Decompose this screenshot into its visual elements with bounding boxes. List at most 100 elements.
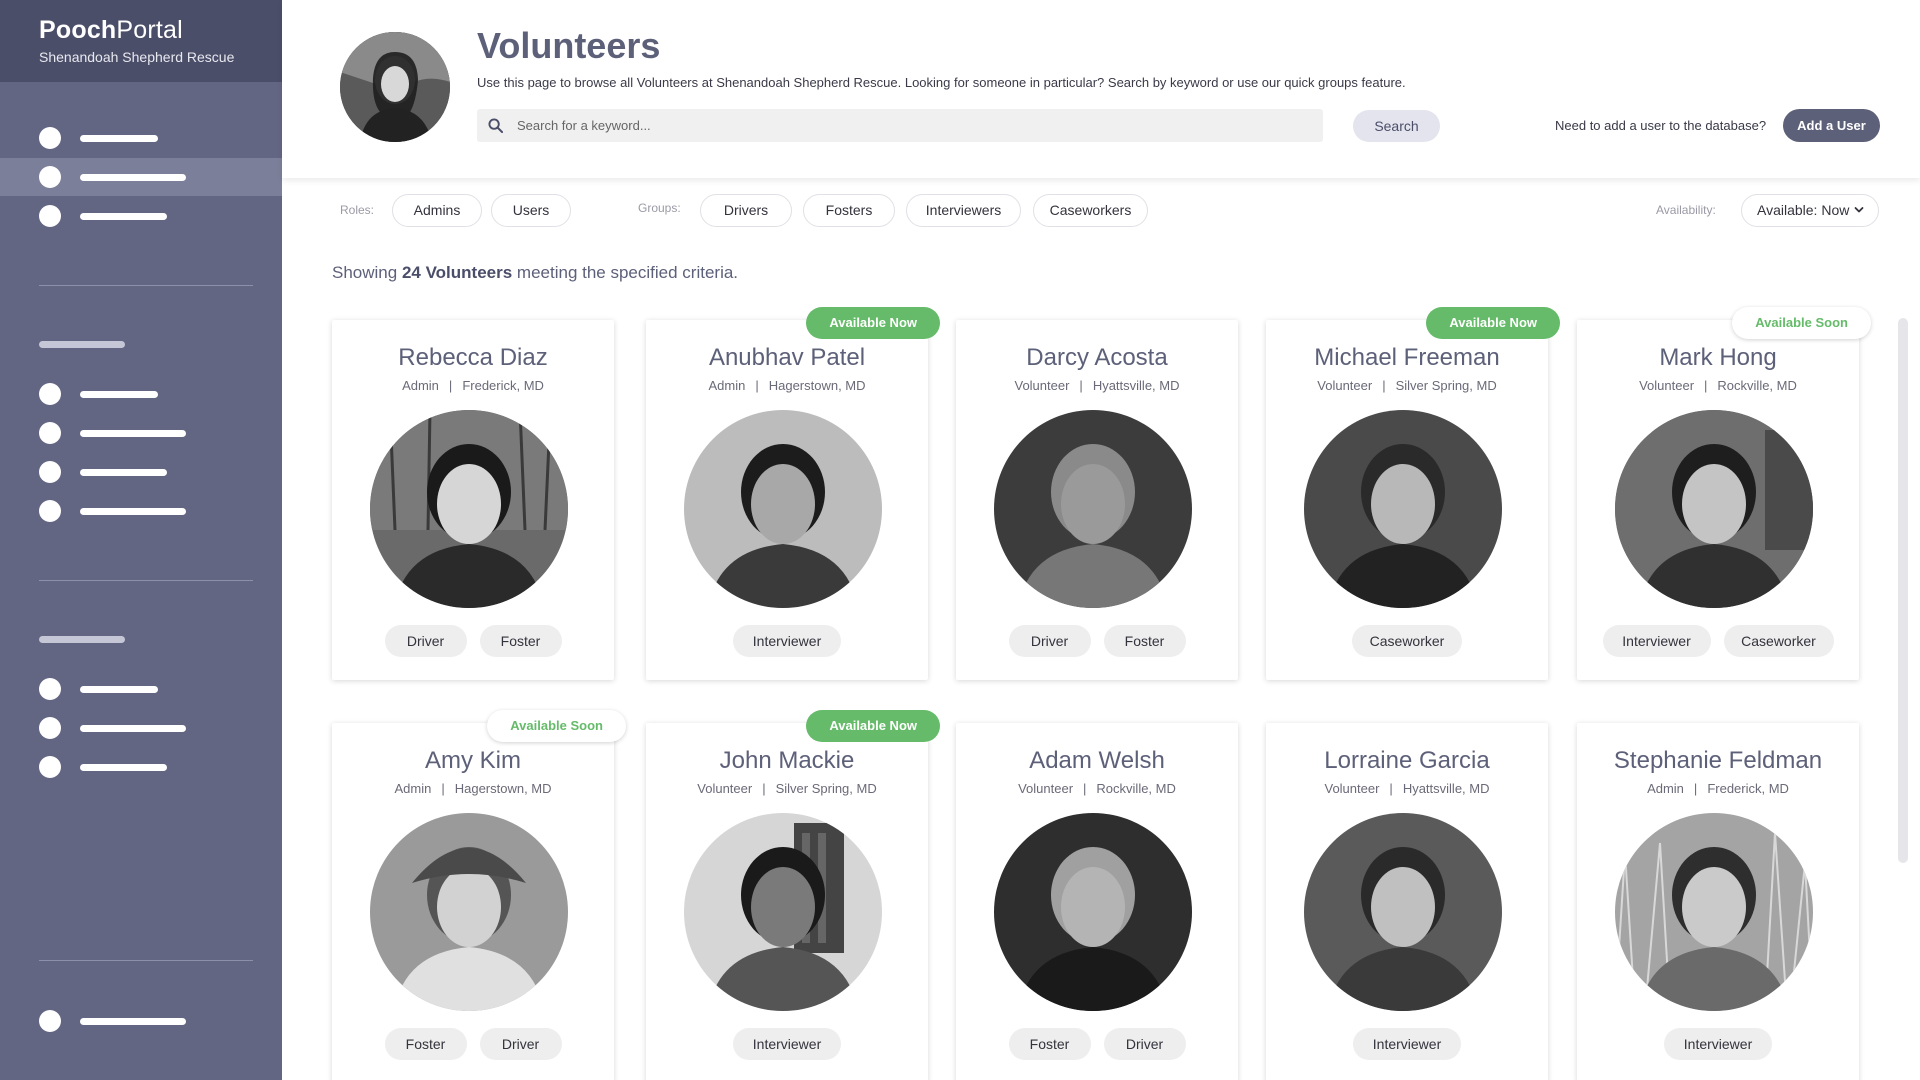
filter-chip-interviewers[interactable]: Interviewers	[906, 194, 1021, 227]
role-tag-interviewer[interactable]: Interviewer	[1664, 1028, 1772, 1060]
role-tag-interviewer[interactable]: Interviewer	[733, 1028, 841, 1060]
availability-label: Availability:	[1656, 203, 1716, 217]
role-tag-foster[interactable]: Foster	[1008, 1028, 1091, 1060]
filter-chip-admins[interactable]: Admins	[392, 194, 482, 227]
volunteer-card[interactable]: Michael Freeman Volunteer | Silver Spring, …	[1266, 307, 1560, 680]
volunteer-location: Hagerstown, MD	[768, 378, 866, 393]
sidebar-item-1[interactable]	[0, 119, 282, 157]
availability-dropdown[interactable]: Available: Now	[1741, 194, 1879, 227]
nav-label-placeholder	[80, 430, 186, 437]
volunteer-name: Lorraine Garcia	[1324, 747, 1490, 774]
volunteer-role: Volunteer	[1014, 378, 1070, 393]
nav-bullet-icon	[39, 461, 61, 483]
sidebar-item-5[interactable]	[0, 414, 282, 452]
nav-label-placeholder	[80, 1018, 186, 1025]
search-input[interactable]	[517, 109, 1317, 142]
availability-badge-now: Available Now	[806, 710, 940, 742]
nav-bullet-icon	[39, 205, 61, 227]
sidebar-item-4[interactable]	[0, 375, 282, 413]
volunteer-card[interactable]: Darcy Acosta Volunteer | Hyattsville, MD Dri…	[956, 320, 1238, 680]
role-tag-caseworker[interactable]: Caseworker	[1723, 625, 1834, 657]
sidebar-item-2-active[interactable]	[0, 158, 282, 196]
user-avatar[interactable]	[340, 32, 450, 142]
add-user-prompt: Need to add a user to the database?	[1555, 118, 1767, 133]
volunteer-role: Volunteer	[1324, 781, 1380, 796]
role-tag-foster[interactable]: Foster	[384, 1028, 467, 1060]
volunteer-location: Silver Spring, MD	[775, 781, 877, 796]
volunteer-meta: Admin | Hagerstown, MD	[646, 378, 928, 393]
search-bar	[477, 109, 1323, 142]
volunteer-meta: Volunteer | Hyattsville, MD	[956, 378, 1238, 393]
nav-label-placeholder	[80, 213, 167, 220]
search-button[interactable]: Search	[1353, 110, 1440, 142]
role-tag-interviewer[interactable]: Interviewer	[733, 625, 841, 657]
sidebar-item-9[interactable]	[0, 709, 282, 747]
nav-label-placeholder	[80, 686, 158, 693]
sidebar-item-3[interactable]	[0, 197, 282, 235]
sidebar-divider	[39, 580, 253, 581]
volunteer-card[interactable]: Amy Kim Admin | Hagerstown, MD Foster Driver A…	[332, 710, 626, 1080]
role-tag-interviewer[interactable]: Interviewer	[1602, 625, 1711, 657]
filter-chip-users[interactable]: Users	[491, 194, 571, 227]
volunteer-name: Mark Hong	[1659, 344, 1777, 371]
volunteer-photo	[370, 813, 568, 1011]
volunteer-photo	[1304, 410, 1502, 608]
volunteer-role: Volunteer	[697, 781, 753, 796]
sidebar: PoochPortal Shenandoah Shepherd Rescue	[0, 0, 282, 1080]
volunteer-name: Amy Kim	[425, 747, 521, 774]
meta-separator: |	[448, 378, 453, 393]
role-tag-driver[interactable]: Driver	[384, 625, 467, 657]
role-tag-interviewer[interactable]: Interviewer	[1353, 1028, 1461, 1060]
volunteer-location: Rockville, MD	[1096, 781, 1176, 796]
role-tag-driver[interactable]: Driver	[479, 1028, 562, 1060]
filter-chip-fosters[interactable]: Fosters	[803, 194, 895, 227]
role-tag-driver[interactable]: Driver	[1103, 1028, 1186, 1060]
role-tag-foster[interactable]: Foster	[1103, 625, 1186, 657]
brand-header[interactable]: PoochPortal Shenandoah Shepherd Rescue	[0, 0, 282, 82]
results-summary: Showing 24 Volunteers meeting the specif…	[332, 263, 739, 282]
volunteer-card[interactable]: Rebecca Diaz Admin | Frederick, MD Driver Fos…	[332, 320, 614, 680]
role-tag-foster[interactable]: Foster	[479, 625, 562, 657]
availability-selected-value: Available: Now	[1757, 202, 1850, 218]
volunteer-name: Darcy Acosta	[1026, 344, 1168, 371]
scrollbar[interactable]	[1898, 318, 1908, 863]
sidebar-item-11[interactable]	[0, 1002, 282, 1040]
volunteer-card[interactable]: Stephanie Feldman Admin | Frederick, MD Inte…	[1577, 723, 1859, 1080]
meta-separator: |	[1704, 378, 1708, 393]
sidebar-item-7[interactable]	[0, 492, 282, 530]
filter-chip-drivers[interactable]: Drivers	[700, 194, 792, 227]
volunteer-photo	[994, 410, 1192, 608]
volunteer-role: Admin	[1647, 781, 1684, 796]
volunteer-meta: Volunteer | Hyattsville, MD	[1266, 781, 1548, 796]
volunteer-photo	[1615, 813, 1813, 1011]
volunteer-location: Hyattsville, MD	[1092, 378, 1180, 393]
nav-bullet-icon	[39, 166, 61, 188]
volunteer-meta: Volunteer | Rockville, MD	[956, 781, 1238, 796]
organization-name: Shenandoah Shepherd Rescue	[39, 49, 235, 65]
sidebar-item-8[interactable]	[0, 670, 282, 708]
volunteer-card[interactable]: Anubhav Patel Admin | Hagerstown, MD Intervi…	[646, 307, 940, 680]
sidebar-section-heading-placeholder	[39, 636, 125, 643]
page-description: Use this page to browse all Volunteers a…	[477, 75, 1406, 90]
volunteer-card[interactable]: Mark Hong Volunteer | Rockville, MD Intervie…	[1577, 307, 1871, 680]
nav-label-placeholder	[80, 725, 186, 732]
role-tag-driver[interactable]: Driver	[1008, 625, 1091, 657]
volunteer-location: Frederick, MD	[1707, 781, 1789, 796]
sidebar-item-6[interactable]	[0, 453, 282, 491]
volunteer-location: Rockville, MD	[1717, 378, 1797, 393]
volunteer-name: Adam Welsh	[1029, 747, 1165, 774]
filter-chip-caseworkers[interactable]: Caseworkers	[1033, 194, 1148, 227]
meta-separator: |	[1389, 781, 1393, 796]
app-logo: PoochPortal	[39, 16, 183, 44]
nav-label-placeholder	[80, 764, 167, 771]
sidebar-item-10[interactable]	[0, 748, 282, 786]
add-user-button[interactable]: Add a User	[1783, 109, 1880, 142]
role-tag-caseworker[interactable]: Caseworker	[1352, 625, 1462, 657]
chevron-down-icon	[1854, 207, 1864, 213]
sidebar-divider	[39, 960, 253, 961]
volunteer-card[interactable]: John Mackie Volunteer | Silver Spring, MD In…	[646, 710, 940, 1080]
volunteer-card[interactable]: Adam Welsh Volunteer | Rockville, MD Foster D…	[956, 723, 1238, 1080]
meta-separator: |	[1079, 378, 1083, 393]
volunteer-card[interactable]: Lorraine Garcia Volunteer | Hyattsville, MD…	[1266, 723, 1548, 1080]
volunteer-meta: Admin | Hagerstown, MD	[332, 781, 614, 796]
